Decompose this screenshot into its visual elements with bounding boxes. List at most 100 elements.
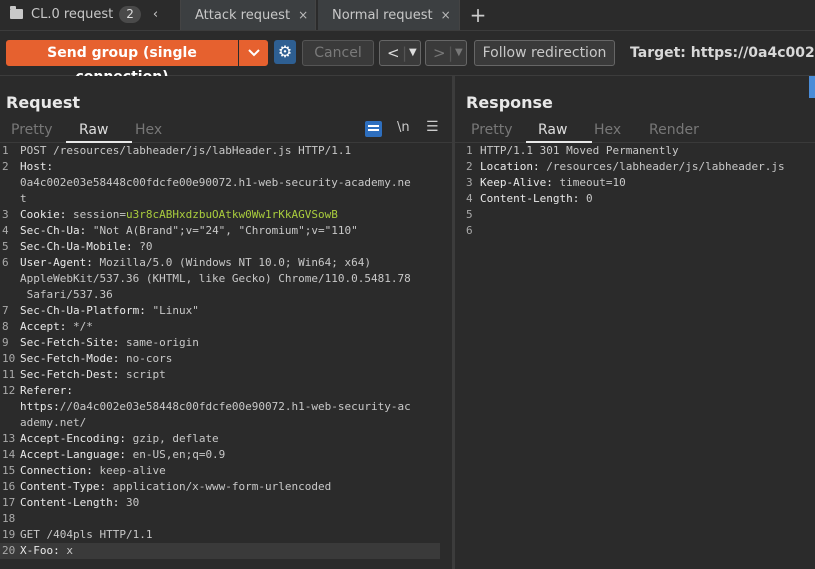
code-line[interactable]: 0a4c002e03e58448c00fdcfe00e90072.h1-web-… xyxy=(0,175,452,191)
line-number: 1 xyxy=(466,144,473,157)
newline-toggle[interactable]: \n xyxy=(397,120,410,135)
line-text: Sec-Ch-Ua-Platform: "Linux" xyxy=(20,304,199,317)
line-text: AppleWebKit/537.36 (KHTML, like Gecko) C… xyxy=(20,272,411,285)
code-line[interactable]: 3 Cookie: session=u3r8cABHxdzbuOAtkw0Ww1r… xyxy=(0,207,452,223)
line-text: Accept-Encoding: gzip, deflate xyxy=(20,432,219,445)
line-number xyxy=(0,191,20,207)
response-title: Response xyxy=(466,93,553,112)
line-number: 15 xyxy=(2,464,16,477)
code-line[interactable]: 5 Sec-Ch-Ua-Mobile: ?0 xyxy=(0,239,452,255)
chevron-down-icon[interactable]: ▼ xyxy=(455,41,463,65)
response-view-tabs: Pretty Raw Hex Render xyxy=(455,118,815,143)
code-line[interactable]: ademy.net/ xyxy=(0,415,452,431)
code-line[interactable]: 12 Referer: xyxy=(0,383,452,399)
code-line[interactable]: 8 Accept: */* xyxy=(0,319,452,335)
code-line[interactable]: 13 Accept-Encoding: gzip, deflate xyxy=(0,431,452,447)
code-line[interactable]: AppleWebKit/537.36 (KHTML, like Gecko) C… xyxy=(0,271,452,287)
tab-normal-request[interactable]: Normal request × xyxy=(318,0,460,30)
close-icon[interactable]: × xyxy=(298,8,308,22)
tab-pretty[interactable]: Pretty xyxy=(11,122,53,138)
code-line[interactable]: 14 Accept-Language: en-US,en;q=0.9 xyxy=(0,447,452,463)
code-line[interactable]: 7 Sec-Ch-Ua-Platform: "Linux" xyxy=(0,303,452,319)
line-text: X-Foo: x xyxy=(20,544,73,557)
tab-attack-request[interactable]: Attack request × xyxy=(180,0,316,30)
request-view-tabs: Pretty Raw Hex \n ☰ xyxy=(0,118,452,143)
code-line[interactable]: 9 Sec-Fetch-Site: same-origin xyxy=(0,335,452,351)
line-text: Sec-Fetch-Mode: no-cors xyxy=(20,352,173,365)
line-text: User-Agent: Mozilla/5.0 (Windows NT 10.0… xyxy=(20,256,372,269)
line-number: 3 xyxy=(2,208,9,221)
line-number: 9 xyxy=(2,336,9,349)
send-options-dropdown[interactable] xyxy=(239,40,268,66)
tab-group-count: 2 xyxy=(119,6,141,23)
code-line[interactable]: 10 Sec-Fetch-Mode: no-cors xyxy=(0,351,452,367)
line-number: 2 xyxy=(466,160,473,173)
line-number: 12 xyxy=(2,384,16,397)
line-number: 6 xyxy=(2,256,9,269)
code-line[interactable]: 17 Content-Length: 30 xyxy=(0,495,452,511)
line-text: Sec-Fetch-Dest: script xyxy=(20,368,166,381)
cancel-button[interactable]: Cancel xyxy=(302,40,374,66)
add-tab-button[interactable]: + xyxy=(466,0,490,30)
line-number: 5 xyxy=(466,208,473,221)
code-line[interactable]: 4 Content-Length: 0 xyxy=(455,191,815,207)
tab-raw[interactable]: Raw xyxy=(538,122,567,138)
target-label[interactable]: Target: https://0a4c002e... xyxy=(630,45,815,61)
chevron-left-icon[interactable]: ‹ xyxy=(153,0,158,30)
response-viewer[interactable]: 1 HTTP/1.1 301 Moved Permanently 2 Location… xyxy=(455,143,815,239)
code-line[interactable]: 6 xyxy=(455,223,815,239)
line-number: 11 xyxy=(2,368,16,381)
code-line[interactable]: 4 Sec-Ch-Ua: "Not A(Brand";v="24", "Chrom… xyxy=(0,223,452,239)
side-panel-handle[interactable] xyxy=(809,76,815,98)
line-number: 5 xyxy=(2,240,9,253)
tab-bar: CL.0 request 2 ‹ Attack request × Normal re… xyxy=(0,0,815,31)
code-line[interactable]: t xyxy=(0,191,452,207)
code-line[interactable]: 15 Connection: keep-alive xyxy=(0,463,452,479)
tab-group-cl0[interactable]: CL.0 request 2 ‹ xyxy=(0,0,176,30)
code-line[interactable]: 6 User-Agent: Mozilla/5.0 (Windows NT 10.… xyxy=(0,255,452,271)
close-icon[interactable]: × xyxy=(441,8,451,22)
code-line[interactable]: 1 HTTP/1.1 301 Moved Permanently xyxy=(455,143,815,159)
request-pane: Request Pretty Raw Hex \n ☰ 1 POST /resou… xyxy=(0,76,452,569)
code-line[interactable]: 2 Location: /resources/labheader/js/labhe… xyxy=(455,159,815,175)
line-text: Content-Type: application/x-www-form-url… xyxy=(20,480,332,493)
line-number xyxy=(0,399,20,415)
line-text: https://0a4c002e03e58448c00fdcfe00e90072… xyxy=(20,400,411,413)
line-number: 10 xyxy=(2,352,16,365)
line-number: 7 xyxy=(2,304,9,317)
line-number: 19 xyxy=(2,528,16,541)
code-line[interactable]: https://0a4c002e03e58448c00fdcfe00e90072… xyxy=(0,399,452,415)
line-number: 4 xyxy=(466,192,473,205)
previous-request-button[interactable]: < | ▼ xyxy=(379,40,421,66)
line-text: Content-Length: 30 xyxy=(20,496,140,509)
line-text: Content-Length: 0 xyxy=(480,192,593,205)
code-line[interactable]: 19 GET /404pls HTTP/1.1 xyxy=(0,527,452,543)
code-line[interactable]: 18 xyxy=(0,511,452,527)
code-line[interactable]: 16 Content-Type: application/x-www-form-u… xyxy=(0,479,452,495)
code-line[interactable]: Safari/537.36 xyxy=(0,287,452,303)
code-line[interactable]: 5 xyxy=(455,207,815,223)
send-group-button[interactable]: Send group (single connection) xyxy=(6,40,238,85)
code-line[interactable]: 11 Sec-Fetch-Dest: script xyxy=(0,367,452,383)
wrap-lines-icon[interactable] xyxy=(365,121,382,137)
menu-icon[interactable]: ☰ xyxy=(426,119,439,135)
tab-hex[interactable]: Hex xyxy=(594,122,621,138)
tab-render[interactable]: Render xyxy=(649,122,699,138)
code-line[interactable]: 3 Keep-Alive: timeout=10 xyxy=(455,175,815,191)
gear-icon[interactable]: ⚙ xyxy=(274,40,296,64)
next-request-button[interactable]: > | ▼ xyxy=(425,40,467,66)
tab-pretty[interactable]: Pretty xyxy=(471,122,513,138)
chevron-down-icon[interactable]: ▼ xyxy=(409,41,417,65)
code-line[interactable]: 2 Host: xyxy=(0,159,452,175)
code-line[interactable]: 20 X-Foo: x xyxy=(0,543,440,559)
line-text: 0a4c002e03e58448c00fdcfe00e90072.h1-web-… xyxy=(20,176,411,189)
tab-hex[interactable]: Hex xyxy=(135,122,162,138)
toolbar: Send group (single connection) ⚙ Cancel … xyxy=(0,31,815,85)
code-line[interactable]: 1 POST /resources/labheader/js/labHeader.… xyxy=(0,143,452,159)
request-editor[interactable]: 1 POST /resources/labheader/js/labHeader.… xyxy=(0,143,452,559)
line-number: 4 xyxy=(2,224,9,237)
line-text: GET /404pls HTTP/1.1 xyxy=(20,528,153,541)
follow-redirection-button[interactable]: Follow redirection xyxy=(474,40,615,66)
tab-normal-label: Normal request xyxy=(332,8,433,23)
tab-raw[interactable]: Raw xyxy=(79,122,108,138)
